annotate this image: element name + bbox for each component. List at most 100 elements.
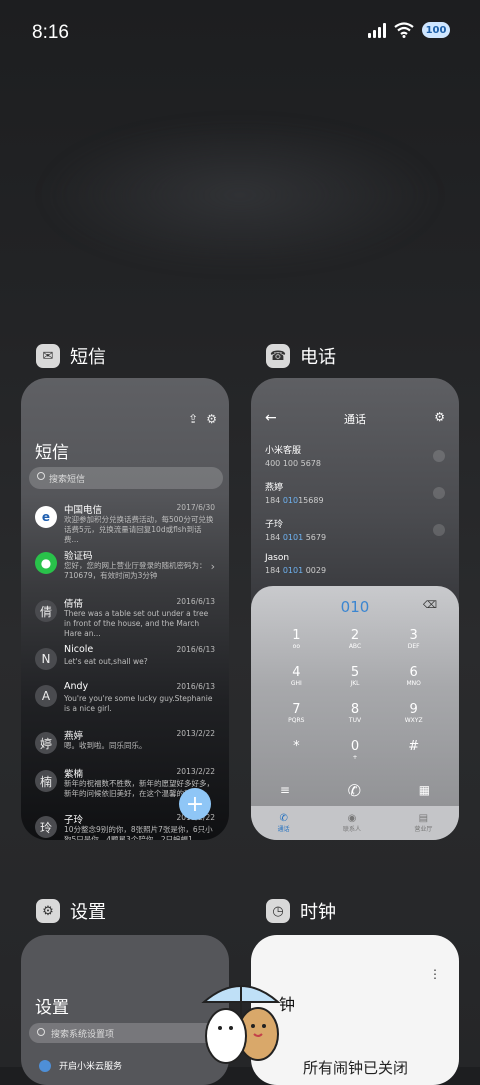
dial-key-letters: TUV [348, 717, 362, 724]
dial-key-letters: GHI [290, 680, 302, 687]
message-sender: 验证码 [64, 551, 93, 562]
phone-page-title: 通话 [344, 413, 366, 426]
dial-key-digit: * [293, 739, 300, 754]
message-sender: Nicole [64, 644, 94, 655]
dial-key[interactable]: 3 DEF [384, 628, 443, 661]
tab-contacts[interactable]: ◉ 联系人 [343, 813, 361, 833]
contact-name: Jason [265, 553, 290, 563]
dial-key[interactable]: 0 + [326, 739, 385, 772]
message-sender: 倩倩 [64, 599, 84, 610]
sms-page-title: 短信 [35, 443, 69, 463]
message-item[interactable]: 倩 倩倩 2016/6/13 There was a table set out… [21, 596, 229, 640]
contact-row[interactable]: 燕婷 184 01015689 [265, 480, 445, 512]
tab-label: 通话 [277, 826, 290, 833]
plus-icon: + [185, 791, 205, 817]
message-date: 2013/2/22 [176, 767, 215, 776]
contact-number-match: 0101 [282, 533, 304, 542]
app-label-settings: 设置 [70, 902, 106, 923]
phone-app-icon: ☎ [266, 344, 290, 368]
settings-app-icon: ⚙ [36, 899, 60, 923]
tab-calls[interactable]: ✆ 通话 [278, 813, 290, 833]
settings-search-input[interactable]: 搜索系统设置项 [29, 1023, 221, 1043]
chevron-right-icon[interactable] [433, 487, 445, 499]
wifi-icon [394, 22, 414, 38]
dial-key-digit: 2 [350, 628, 360, 643]
call-button[interactable]: ✆ [348, 781, 361, 800]
dial-key-letters: WXYZ [404, 717, 423, 724]
contact-row[interactable]: Jason 184 0101 0029 [265, 553, 445, 585]
wallpaper-blur [40, 120, 440, 270]
dial-key-digit: 4 [292, 665, 301, 680]
message-preview: You're you're some lucky guy.Stephanie i… [64, 694, 213, 713]
app-label-phone: 电话 [300, 347, 336, 368]
sms-app-icon: ✉ [36, 344, 60, 368]
contacts-icon: ◉ [347, 813, 357, 824]
message-date: 2016/6/13 [176, 645, 215, 654]
mascot-illustration [201, 985, 281, 1064]
app-header-clock[interactable]: ◷ 时钟 [266, 898, 336, 924]
chevron-right-icon[interactable] [433, 524, 445, 536]
recent-card-sms[interactable]: ⇪ ⚙ 短信 搜索短信 e 中国电信 2017/6/30 欢迎参加积分兑换话费活… [21, 378, 229, 840]
chevron-right-icon: › [210, 560, 215, 573]
chevron-right-icon[interactable] [433, 450, 445, 462]
dial-key[interactable]: 8 TUV [326, 702, 385, 735]
dial-key[interactable]: 2 ABC [326, 628, 385, 661]
contact-number: 400 100 5678 [265, 459, 321, 468]
dial-key-digit: 0 [350, 739, 360, 754]
settings-page-title: 设置 [35, 998, 69, 1018]
dial-key-digit: 9 [409, 702, 418, 717]
dial-key-digit: 5 [350, 665, 360, 680]
dial-key-letters: + [352, 754, 358, 761]
china-telecom-logo: e [35, 506, 57, 528]
message-sender: 紫楠 [64, 769, 84, 780]
calls-icon: ✆ [279, 813, 288, 824]
avatar: 玲 [35, 816, 57, 838]
avatar: A [35, 685, 57, 707]
keypad-icon[interactable]: ▦ [419, 783, 430, 797]
tab-service-hall[interactable]: ▤ 营业厅 [414, 813, 432, 833]
backspace-icon[interactable]: ⌫ [423, 600, 437, 611]
menu-icon[interactable]: ≡ [280, 783, 290, 797]
compose-button[interactable]: + [179, 788, 211, 820]
more-options-icon[interactable]: ⋮ [429, 967, 441, 981]
settings-gear-icon[interactable]: ⚙ [206, 412, 217, 426]
tab-label: 营业厅 [414, 826, 433, 833]
message-item[interactable]: A Andy 2016/6/13 You're you're some luck… [21, 681, 229, 725]
cell-signal-icon [368, 22, 386, 38]
alarm-status-text: 所有闹钟已关闭 [303, 1059, 409, 1077]
contact-row[interactable]: 小米客服 400 100 5678 [265, 443, 445, 475]
contact-row[interactable]: 子玲 184 0101 5679 [265, 517, 445, 549]
recent-card-phone[interactable]: ← 通话 ⚙ 小米客服 400 100 5678 燕婷 184 01015689… [251, 378, 459, 840]
avatar: 楠 [35, 770, 57, 792]
dial-key[interactable]: 6 MNO [384, 665, 443, 698]
dial-key[interactable]: 1 oo [267, 628, 326, 661]
dial-key[interactable]: 9 WXYZ [384, 702, 443, 735]
settings-gear-icon[interactable]: ⚙ [434, 410, 445, 424]
dial-key[interactable]: 7 PQRS [267, 702, 326, 735]
contact-name: 子玲 [265, 520, 284, 530]
message-item[interactable]: ● 验证码 您好，您的网上营业厅登录的随机密码为：710679，有效时间为3分钟… [21, 548, 229, 592]
contact-name: 小米客服 [265, 446, 302, 456]
contact-number-prefix: 184 [265, 496, 283, 505]
sms-search-input[interactable]: 搜索短信 [29, 467, 223, 489]
dial-key[interactable]: 4 GHI [267, 665, 326, 698]
app-header-settings[interactable]: ⚙ 设置 [36, 898, 106, 924]
dial-key[interactable]: # [384, 739, 443, 772]
dial-key-letters: JKL [350, 680, 360, 687]
app-header-phone[interactable]: ☎ 电话 [266, 343, 336, 369]
contact-number-match: 0101 [282, 566, 304, 575]
contact-number-prefix: 184 [265, 533, 283, 542]
search-placeholder: 搜索系统设置项 [51, 1029, 115, 1040]
upload-icon[interactable]: ⇪ [188, 412, 198, 426]
message-item[interactable]: e 中国电信 2017/6/30 欢迎参加积分兑换话费活动，每500分可兑换话费… [21, 502, 229, 546]
dial-key[interactable]: 5 JKL [326, 665, 385, 698]
contact-number-suffix: 15689 [298, 496, 324, 505]
dial-key[interactable]: * [267, 739, 326, 772]
app-header-sms[interactable]: ✉ 短信 [36, 343, 106, 369]
avatar: 倩 [35, 600, 57, 622]
message-date: 2016/6/13 [176, 597, 215, 606]
message-date: 2017/6/30 [176, 503, 215, 512]
settings-item-cloud[interactable]: 开启小米云服务 [39, 1059, 122, 1072]
message-preview: 嗯。收到啦。同乐同乐。 [64, 741, 147, 750]
dial-key-digit: 3 [409, 628, 418, 643]
